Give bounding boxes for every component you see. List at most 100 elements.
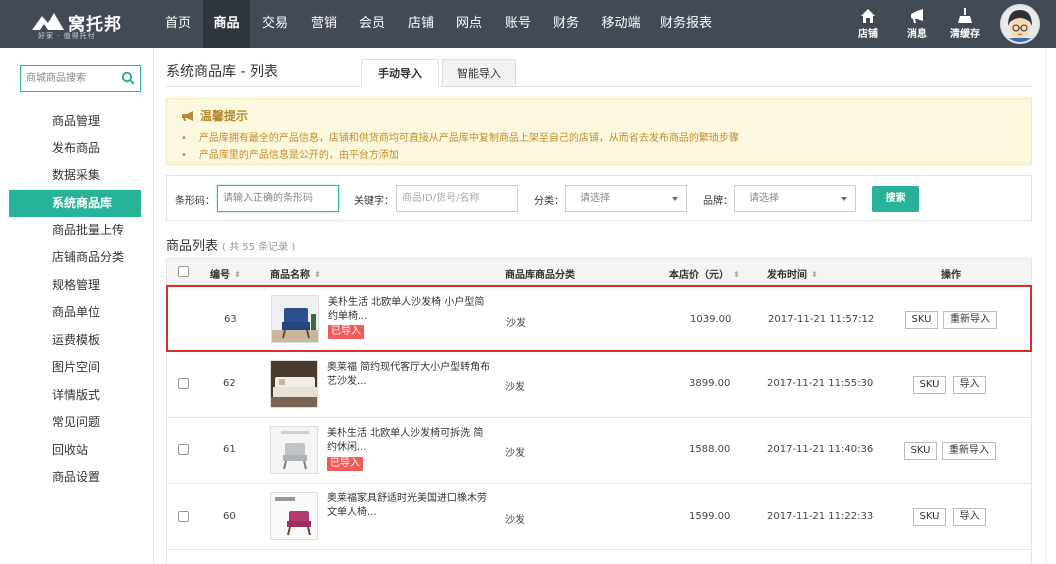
sku-button[interactable]: SKU [904, 442, 937, 460]
table-header: 编号 ⬍ 商品名称 ⬍ 商品库商品分类 本店价（元） ⬍ 发布时间 ⬍ 操作 [166, 258, 1032, 285]
sidebar-item-goods-unit[interactable]: 商品单位 [0, 299, 153, 326]
sidebar-item-detail-layout[interactable]: 详情版式 [0, 382, 153, 409]
brand-select[interactable]: 请选择 [734, 185, 856, 212]
sidebar-item-data-collect[interactable]: 数据采集 [0, 162, 153, 189]
category-select-value: 请选择 [580, 193, 610, 204]
armchair-image [271, 427, 317, 473]
reimport-button[interactable]: 重新导入 [942, 442, 996, 460]
row-price: 1039.00 [690, 314, 732, 325]
top-message-button[interactable]: 消息 [894, 8, 940, 44]
sku-button[interactable]: SKU [913, 508, 946, 526]
column-name[interactable]: 商品名称 ⬍ [270, 266, 321, 281]
sort-icon: ⬍ [733, 270, 740, 279]
row-time: 2017-11-21 11:22:33 [767, 511, 874, 522]
sort-icon: ⬍ [811, 270, 818, 279]
imported-badge: 已导入 [327, 457, 363, 471]
broom-icon [958, 8, 972, 23]
row-checkbox[interactable] [178, 444, 189, 455]
nav-account[interactable]: 账号 [496, 0, 540, 48]
product-thumbnail[interactable] [270, 426, 318, 474]
sidebar-item-image-space[interactable]: 图片空间 [0, 354, 153, 381]
search-button[interactable]: 搜索 [872, 186, 919, 212]
nav-store[interactable]: 店铺 [399, 0, 443, 48]
row-id: 63 [224, 314, 237, 325]
sidebar-item-publish-goods[interactable]: 发布商品 [0, 135, 153, 162]
tip-notice: 温馨提示 产品库拥有最全的产品信息，店铺和供货商均可直接从产品库中复制商品上架至… [166, 98, 1032, 165]
nav-trade[interactable]: 交易 [253, 0, 297, 48]
sidebar-item-batch-upload[interactable]: 商品批量上传 [0, 217, 153, 244]
top-message-label: 消息 [907, 29, 927, 40]
row-checkbox[interactable] [178, 378, 189, 389]
list-title-text: 商品列表 [166, 239, 219, 254]
row-category: 沙发 [506, 318, 526, 329]
sidebar-item-goods-settings[interactable]: 商品设置 [0, 464, 153, 491]
imported-badge: 已导入 [328, 325, 364, 339]
product-name[interactable]: 美朴生活 北欧单人沙发椅 小户型简约单椅... [328, 296, 493, 324]
sidebar-item-faq[interactable]: 常见问题 [0, 409, 153, 436]
import-button[interactable]: 导入 [953, 376, 986, 394]
tab-manual-import[interactable]: 手动导入 [361, 59, 439, 87]
product-thumbnail[interactable] [270, 360, 318, 408]
nav-finance-report[interactable]: 财务报表 [656, 0, 716, 48]
sidebar-item-spec-manage[interactable]: 规格管理 [0, 272, 153, 299]
reimport-button[interactable]: 重新导入 [943, 311, 997, 329]
column-id[interactable]: 编号 ⬍ [210, 266, 241, 281]
user-avatar[interactable] [1000, 4, 1040, 44]
sidebar-item-system-library[interactable]: 系统商品库 [9, 190, 141, 217]
logo-roof-icon [32, 13, 64, 30]
sidebar-item-goods-manage[interactable]: 商品管理 [0, 108, 153, 135]
nav-member[interactable]: 会员 [350, 0, 394, 48]
sidebar-item-recycle-bin[interactable]: 回收站 [0, 437, 153, 464]
import-button[interactable]: 导入 [953, 508, 986, 526]
product-thumbnail[interactable] [271, 295, 319, 343]
keyword-input[interactable]: 商品ID/货号/名称 [396, 185, 518, 212]
product-name[interactable]: 美朴生活 北欧单人沙发椅可拆洗 简约休闲... [327, 427, 492, 455]
nav-goods[interactable]: 商品 [203, 0, 250, 48]
row-checkbox[interactable] [178, 511, 189, 522]
sidebar-item-store-category[interactable]: 店铺商品分类 [0, 244, 153, 271]
brand-select-value: 请选择 [749, 193, 779, 204]
sidebar-search-input[interactable] [21, 66, 117, 91]
tab-divider [166, 86, 1032, 87]
select-all-checkbox[interactable] [178, 266, 189, 277]
armchair-image [271, 493, 317, 539]
nav-outlet[interactable]: 网点 [447, 0, 491, 48]
column-ops: 操作 [941, 270, 961, 281]
brand-logo[interactable]: 窝托邦 好家 · 值得托付 [30, 8, 142, 42]
nav-marketing[interactable]: 营销 [302, 0, 346, 48]
avatar-face-icon [1002, 6, 1038, 42]
product-name[interactable]: 奥莱福 简约现代客厅大小户型转角布艺沙发... [327, 361, 492, 389]
category-select[interactable]: 请选择 [565, 185, 687, 212]
top-clear-cache-button[interactable]: 清缓存 [942, 8, 988, 44]
nav-finance[interactable]: 财务 [544, 0, 588, 48]
sku-button[interactable]: SKU [905, 311, 938, 329]
barcode-input[interactable]: 请输入正确的条形码 [217, 185, 339, 212]
keyword-label: 关键字： [354, 196, 394, 207]
column-time[interactable]: 发布时间 ⬍ [767, 266, 818, 281]
search-icon[interactable] [121, 71, 135, 85]
chevron-down-icon [841, 197, 847, 201]
top-clear-cache-label: 清缓存 [950, 29, 980, 40]
megaphone-icon [911, 9, 923, 23]
nav-mobile[interactable]: 移动端 [596, 0, 646, 48]
category-label: 分类： [534, 196, 564, 207]
barcode-label: 条形码： [175, 196, 215, 207]
sku-button[interactable]: SKU [913, 376, 946, 394]
top-store-button[interactable]: 店铺 [845, 8, 891, 44]
column-price[interactable]: 本店价（元） ⬍ [669, 266, 740, 281]
table-row [166, 550, 1032, 564]
row-id: 61 [223, 444, 236, 455]
tab-smart-import[interactable]: 智能导入 [442, 59, 516, 87]
product-thumbnail[interactable] [270, 492, 318, 540]
top-store-label: 店铺 [858, 29, 878, 40]
sidebar-item-freight-template[interactable]: 运费模板 [0, 327, 153, 354]
list-title: 商品列表( 共 55 条记录 ) [166, 235, 295, 254]
page-scrollbar[interactable] [1046, 48, 1056, 564]
nav-home[interactable]: 首页 [156, 0, 200, 48]
record-count: ( 共 55 条记录 ) [222, 242, 296, 253]
row-category: 沙发 [505, 448, 525, 459]
filter-bar: 条形码： 请输入正确的条形码 关键字： 商品ID/货号/名称 分类： 请选择 品… [166, 175, 1032, 221]
product-name[interactable]: 奥莱福家具舒适时光美国进口橡木劳文单人椅... [327, 492, 492, 520]
row-category: 沙发 [505, 515, 525, 526]
table-row: 61 美朴生活 北欧单人沙发椅可拆洗 简约休闲... 已导入 沙发 1588.0… [166, 418, 1032, 484]
